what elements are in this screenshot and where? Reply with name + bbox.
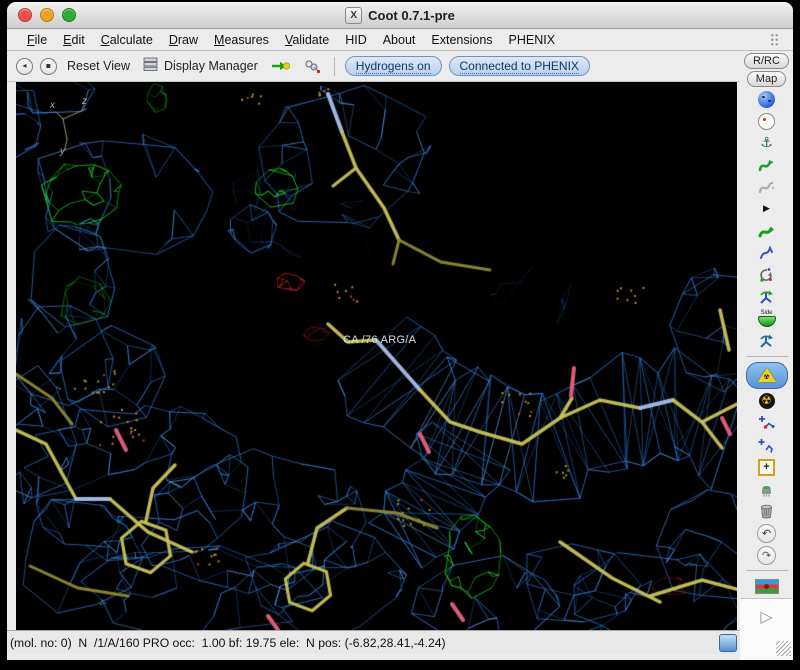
menu-validate[interactable]: Validate: [277, 31, 337, 49]
right-toolbar: R/RC Map ⚓ ▶ Side ☢ ☢ + ↶ ↷ ▷: [740, 51, 793, 660]
hydrogens-toggle-button[interactable]: Hydrogens on: [344, 56, 442, 76]
menu-measures[interactable]: Measures: [206, 31, 277, 49]
globe-icon[interactable]: [745, 89, 789, 109]
menu-extensions[interactable]: Extensions: [423, 31, 500, 49]
rigid-body-fit-icon[interactable]: ▶: [745, 199, 789, 219]
add-alt-conf-icon[interactable]: [745, 413, 789, 433]
reset-view-button[interactable]: Reset View: [64, 57, 133, 75]
rotamers-icon[interactable]: [745, 243, 789, 263]
clock-icon[interactable]: [745, 111, 789, 131]
status-indicator-icon: [719, 633, 737, 652]
mutate-active-button[interactable]: ☢: [745, 362, 788, 389]
layers-icon: [143, 57, 159, 75]
right-toolbar-separator: [745, 356, 788, 357]
regularize-zone-icon[interactable]: [745, 177, 789, 197]
phenix-connection-button[interactable]: Connected to PHENIX: [448, 56, 590, 76]
flag-icon[interactable]: [745, 576, 789, 596]
display-manager-button[interactable]: Display Manager: [140, 55, 261, 77]
zoom-button[interactable]: [62, 8, 76, 22]
coot-window: X Coot 0.7.1-pre File Edit Calculate Dra…: [7, 2, 793, 660]
display-manager-label: Display Manager: [164, 59, 258, 73]
window-resize-grip[interactable]: [776, 641, 791, 656]
place-atom-icon[interactable]: +: [745, 457, 789, 477]
close-button[interactable]: [18, 8, 32, 22]
backbone-torsion-icon[interactable]: [745, 331, 789, 351]
menu-about[interactable]: About: [375, 31, 424, 49]
menu-calculate[interactable]: Calculate: [93, 31, 161, 49]
delete-item-icon[interactable]: [745, 501, 789, 521]
map-button[interactable]: Map: [746, 71, 787, 87]
rrc-button[interactable]: R/RC: [744, 53, 789, 69]
refine-zone-icon[interactable]: [745, 155, 789, 175]
toolbar-grip-handle[interactable]: [770, 33, 779, 46]
reset-view-label: Reset View: [67, 59, 130, 73]
go-to-atom-icon[interactable]: [268, 57, 294, 75]
radiation-icon[interactable]: ☢: [745, 391, 789, 411]
menu-edit[interactable]: Edit: [55, 31, 93, 49]
menu-file[interactable]: File: [19, 31, 55, 49]
menu-hid[interactable]: HID: [337, 31, 375, 49]
gl-viewport[interactable]: [16, 82, 737, 630]
menu-draw[interactable]: Draw: [161, 31, 206, 49]
auto-fit-rotamer-icon[interactable]: [745, 221, 789, 241]
title-bar[interactable]: X Coot 0.7.1-pre: [7, 2, 793, 29]
status-bar: (mol. no: 0) N /1/A/160 PRO occ: 1.00 bf…: [7, 630, 740, 654]
molecule-icon[interactable]: [301, 57, 324, 76]
undo-icon[interactable]: ↶: [745, 523, 789, 543]
traffic-lights: [18, 8, 76, 22]
window-title: X Coot 0.7.1-pre: [7, 2, 793, 28]
menu-bar: File Edit Calculate Draw Measures Valida…: [7, 29, 793, 51]
flip-peptide-icon[interactable]: [745, 287, 789, 307]
back-circle-icon[interactable]: ◂: [16, 57, 33, 75]
minimize-button[interactable]: [40, 8, 54, 22]
status-text: (mol. no: 0) N /1/A/160 PRO occ: 1.00 bf…: [10, 635, 446, 650]
side-chain-flip-icon[interactable]: Side: [745, 309, 789, 329]
play-outline-icon[interactable]: ▷: [745, 607, 789, 627]
viewport-container: CA /76 ARG/A x z y: [16, 82, 737, 630]
toolbar-separator: [333, 56, 335, 76]
edit-chi-angles-icon[interactable]: [745, 265, 789, 285]
add-terminal-residue-icon[interactable]: [745, 435, 789, 455]
menu-phenix[interactable]: PHENIX: [501, 31, 564, 49]
redo-icon[interactable]: ↷: [745, 545, 789, 565]
right-toolbar-separator: [745, 570, 788, 571]
target-circle-icon[interactable]: ▪: [40, 57, 57, 75]
clear-pending-icon[interactable]: [745, 479, 789, 499]
window-title-text: Coot 0.7.1-pre: [368, 7, 455, 23]
main-toolbar: ◂ ▪ Reset View Display Manager Hydrogens…: [7, 51, 740, 82]
x11-icon: X: [345, 6, 363, 24]
anchor-icon[interactable]: ⚓: [745, 133, 789, 153]
